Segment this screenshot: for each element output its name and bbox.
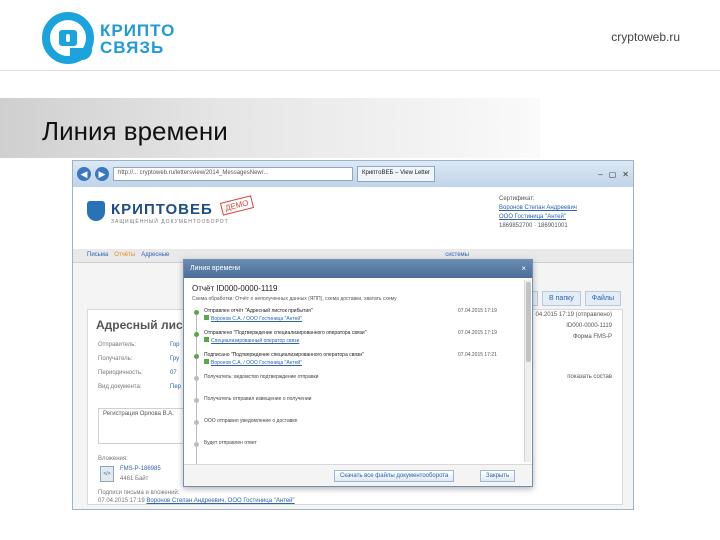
cert-org-link[interactable]: ООО Гостиница "Антей" xyxy=(499,213,577,222)
app-header: КРИПТОВЕБ ЗАЩИЩЁННЫЙ ДОКУМЕНТООБОРОТ ДЕМ… xyxy=(73,187,633,249)
app-logo-subtitle: ЗАЩИЩЁННЫЙ ДОКУМЕНТООБОРОТ xyxy=(111,219,229,225)
logo-line-1: КРИПТО xyxy=(100,21,176,40)
attachment-size: 4461 Байт xyxy=(120,476,149,482)
xml-file-icon[interactable]: </> xyxy=(100,466,114,482)
forward-arrow-icon[interactable]: ▶ xyxy=(95,167,109,181)
menu-systems[interactable]: системы xyxy=(445,252,469,259)
timeline-event-pending: Получатель: ведомство подтверждение отпр… xyxy=(194,374,514,396)
menu-reports[interactable]: Отчёты xyxy=(114,252,135,259)
timeline-event-pending: Получатель отправил извещение о получени… xyxy=(194,396,514,418)
shield-icon xyxy=(87,201,105,221)
panel-meta: 04.2015 17:19 (отправлено) ID000-0000-11… xyxy=(535,312,612,340)
timeline-modal: Линия времени × Отчёт ID000-0000-1119 Сх… xyxy=(183,259,533,487)
pending-dot-icon xyxy=(194,376,199,381)
close-button[interactable]: Закрыть xyxy=(480,470,516,482)
browser-toolbar: ◀ ▶ http://... cryptoweb.ru/lettersview/… xyxy=(73,161,633,187)
demo-stamp: ДЕМО xyxy=(219,195,254,216)
timeline-event-pending: Будет отправлен ответ xyxy=(194,440,514,462)
to-folder-button[interactable]: В папку xyxy=(542,291,581,306)
maximize-icon[interactable]: ▢ xyxy=(609,170,617,179)
done-dot-icon xyxy=(194,354,199,359)
signature-icon xyxy=(204,337,209,342)
minimize-icon[interactable]: – xyxy=(598,170,602,179)
timeline-event: Отправлен отчёт "Адресный листок прибыти… xyxy=(194,308,514,330)
cert-owner-link[interactable]: Воронов Степан Андреевич xyxy=(499,204,577,213)
modal-title: Линия времени xyxy=(190,265,241,272)
certificate-info: Сертификат: Воронов Степан Андреевич ООО… xyxy=(499,196,577,229)
done-dot-icon xyxy=(194,310,199,315)
app-page: КРИПТОВЕБ ЗАЩИЩЁННЫЙ ДОКУМЕНТООБОРОТ ДЕМ… xyxy=(73,187,633,509)
timeline-event: Отправлено "Подтверждение специализирова… xyxy=(194,330,514,352)
done-dot-icon xyxy=(194,332,199,337)
slide: КРИПТО СВЯЗЬ cryptoweb.ru Линия времени … xyxy=(0,0,720,540)
modal-header: Линия времени × xyxy=(184,260,532,278)
address-bar[interactable]: http://... cryptoweb.ru/lettersview/2014… xyxy=(113,167,353,181)
close-icon[interactable]: × xyxy=(521,264,526,273)
timeline-event: Подписано "Подтверждение специализирован… xyxy=(194,352,514,374)
report-title: Отчёт ID000-0000-1119 xyxy=(192,284,278,293)
show-compose-link[interactable]: показать состав xyxy=(567,374,612,380)
event-actor-link[interactable]: Специализированный оператор связи xyxy=(211,338,299,344)
scroll-thumb[interactable] xyxy=(526,282,531,362)
app-logo[interactable]: КРИПТОВЕБ xyxy=(111,201,213,218)
pending-dot-icon xyxy=(194,398,199,403)
signer-link[interactable]: Воронов Степан Андреевич, ООО Гостиница … xyxy=(146,498,294,504)
site-url: cryptoweb.ru xyxy=(611,30,680,44)
field-list: Отправитель: Гор Получатель: Гру Периодичн… xyxy=(98,342,181,390)
timeline: Отправлен отчёт "Адресный листок прибыти… xyxy=(194,308,514,464)
browser-window: ◀ ▶ http://... cryptoweb.ru/lettersview/… xyxy=(72,160,634,510)
attachment-link[interactable]: FMS-P-186985 xyxy=(120,466,161,472)
browser-tab[interactable]: КриптоВЕБ – View Letter xyxy=(357,166,435,182)
modal-body: Отчёт ID000-0000-1119 Схема обработки: О… xyxy=(184,278,522,464)
timeline-event-pending: ООО отправил уведомление о доставке xyxy=(194,418,514,440)
close-window-icon[interactable]: ✕ xyxy=(622,170,629,179)
pending-dot-icon xyxy=(194,442,199,447)
event-actor-link[interactable]: Воронов С.А. / ООО Гостиница "Антей" xyxy=(211,360,302,366)
menu-letters[interactable]: Письма xyxy=(87,252,108,259)
logo-line-2: СВЯЗЬ xyxy=(100,38,165,57)
signature-icon xyxy=(204,315,209,320)
panel-title: Адресный лист xyxy=(96,318,189,332)
attachments-label: Вложения: xyxy=(98,456,128,462)
back-arrow-icon[interactable]: ◀ xyxy=(77,167,91,181)
download-all-button[interactable]: Скачать все файлы документооборота xyxy=(334,470,455,482)
header-divider xyxy=(0,70,720,71)
slide-title: Линия времени xyxy=(42,116,228,146)
modal-footer: Скачать все файлы документооборота Закры… xyxy=(184,464,532,486)
signature-line: 07.04.2015 17:19 Воронов Степан Андрееви… xyxy=(98,498,295,504)
signature-icon xyxy=(204,359,209,364)
kriptosvyaz-logo: КРИПТО СВЯЗЬ xyxy=(42,12,192,68)
menu-address[interactable]: Адресные xyxy=(141,252,169,259)
modal-scrollbar[interactable] xyxy=(524,280,531,462)
event-actor-link[interactable]: Воронов С.А. / ООО Гостиница "Антей" xyxy=(211,316,302,322)
pending-dot-icon xyxy=(194,420,199,425)
report-description: Схема обработки: Отчёт о неполученных да… xyxy=(192,296,397,302)
signatures-label: Подписи письма и вложений: xyxy=(98,490,180,496)
files-button[interactable]: Файлы xyxy=(584,291,621,306)
